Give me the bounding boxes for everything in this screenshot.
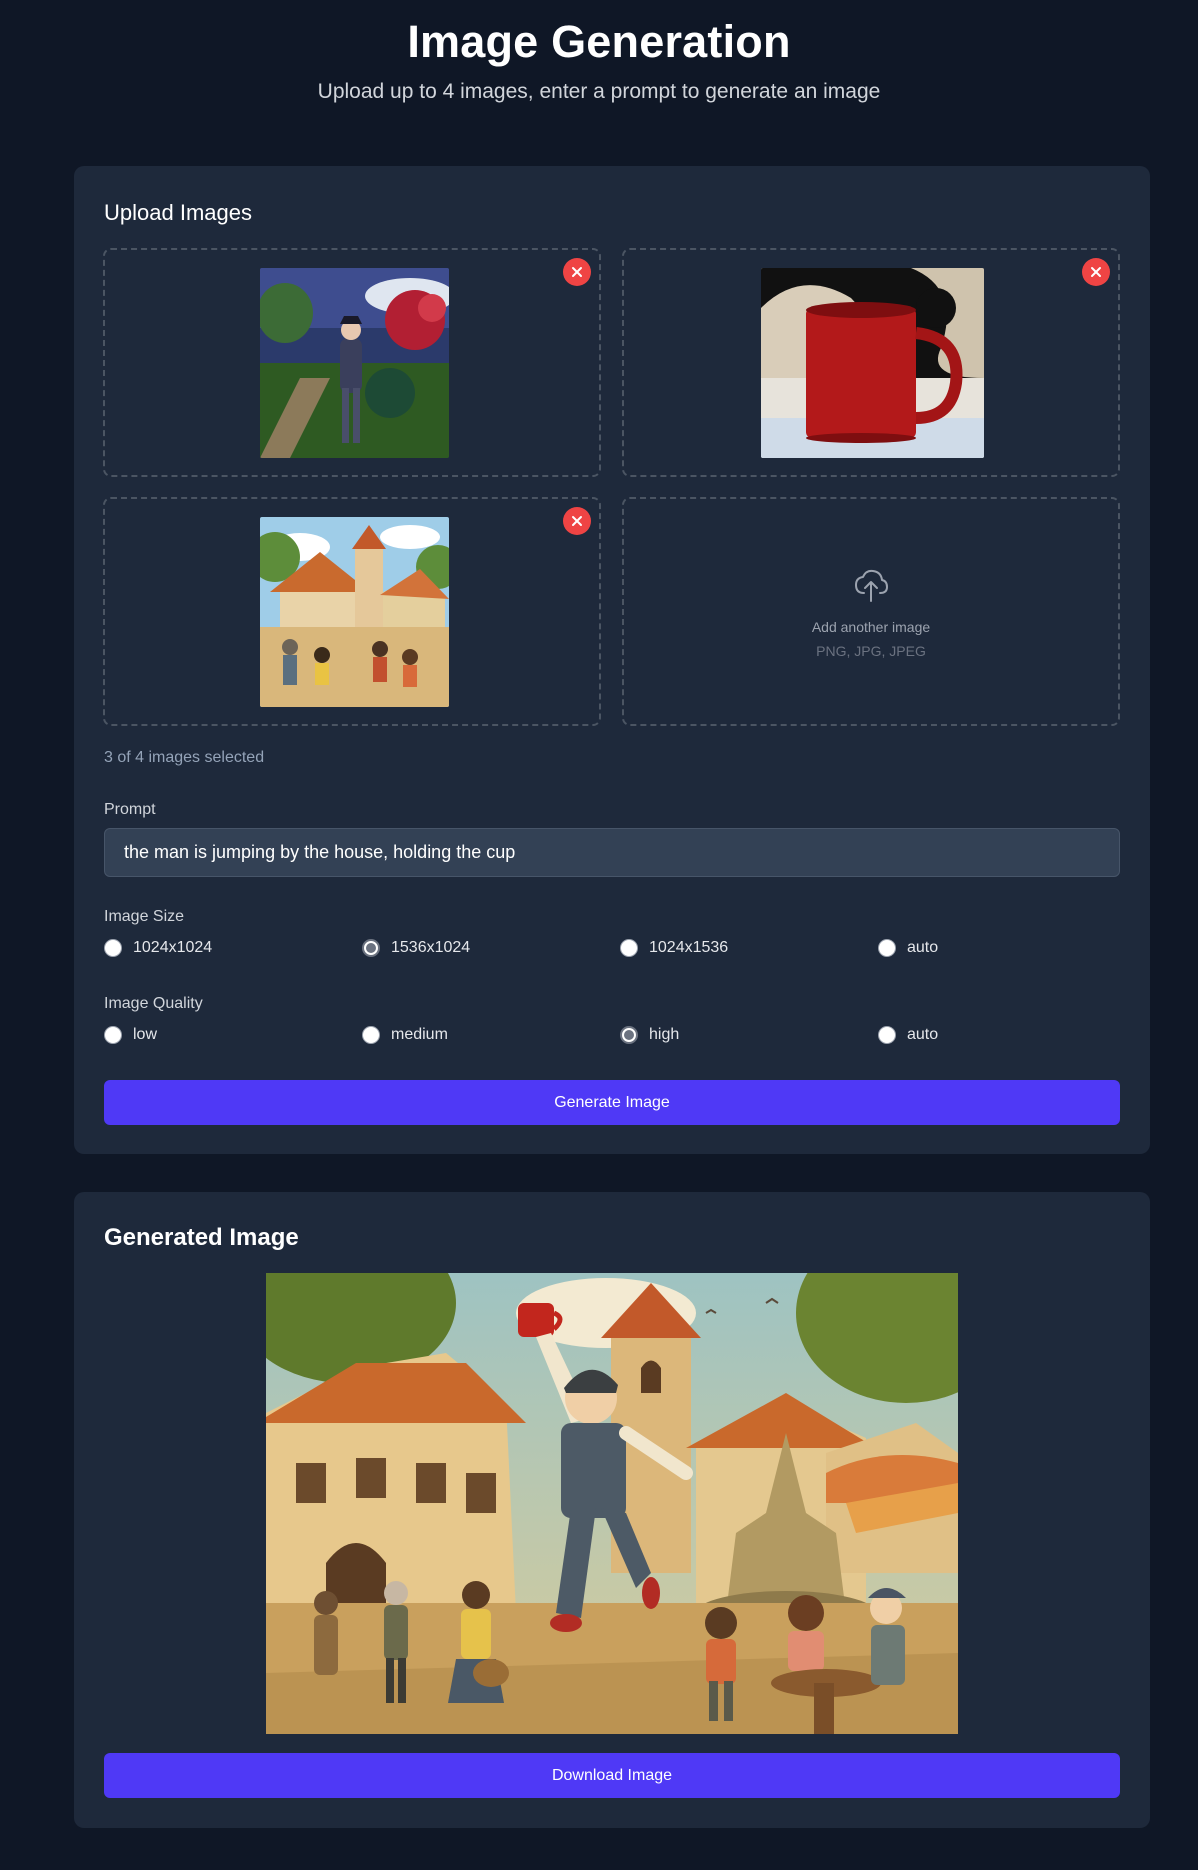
uploaded-image-thumbnail — [260, 268, 449, 458]
uploaded-image-thumbnail — [761, 268, 984, 458]
upload-card: Upload Images Add another image PNG, JPG… — [74, 166, 1150, 1154]
close-icon — [572, 267, 582, 277]
result-card: Generated Image Download Image — [74, 1192, 1150, 1828]
radio-button[interactable] — [104, 1026, 122, 1044]
radio-button[interactable] — [362, 1026, 380, 1044]
radio-button[interactable] — [878, 939, 896, 957]
result-title: Generated Image — [104, 1224, 299, 1251]
radio-button[interactable] — [620, 939, 638, 957]
generate-image-button[interactable]: Generate Image — [104, 1080, 1120, 1125]
radio-button[interactable] — [362, 939, 380, 957]
image-slot-2[interactable] — [622, 248, 1120, 477]
remove-image-button[interactable] — [563, 507, 591, 535]
quality-option-auto[interactable]: auto — [878, 1026, 938, 1044]
remove-image-button[interactable] — [1082, 258, 1110, 286]
page-header: Image Generation Upload up to 4 images, … — [0, 0, 1198, 104]
image-slot-1[interactable] — [103, 248, 601, 477]
size-option-1024x1536[interactable]: 1024x1536 — [620, 939, 728, 957]
remove-image-button[interactable] — [563, 258, 591, 286]
download-image-button[interactable]: Download Image — [104, 1753, 1120, 1798]
cloud-upload-icon — [855, 569, 888, 602]
image-size-label: Image Size — [104, 908, 185, 925]
close-icon — [1091, 267, 1101, 277]
image-size-options: 1024x1024 1536x1024 1024x1536 auto — [104, 939, 1120, 963]
add-image-dropzone[interactable]: Add another image PNG, JPG, JPEG — [622, 497, 1120, 726]
radio-button[interactable] — [878, 1026, 896, 1044]
quality-option-medium[interactable]: medium — [362, 1026, 448, 1044]
image-count: 3 of 4 images selected — [104, 749, 265, 766]
upload-title: Upload Images — [104, 200, 252, 225]
add-image-label: Add another image — [811, 619, 931, 635]
quality-option-low[interactable]: low — [104, 1026, 157, 1044]
page-subtitle: Upload up to 4 images, enter a prompt to… — [317, 80, 881, 103]
close-icon — [572, 516, 582, 526]
prompt-input[interactable] — [104, 828, 1120, 877]
radio-button[interactable] — [104, 939, 122, 957]
uploaded-image-thumbnail — [260, 517, 449, 707]
accepted-formats: PNG, JPG, JPEG — [816, 643, 926, 659]
prompt-label: Prompt — [104, 801, 156, 818]
page-title: Image Generation — [407, 16, 791, 67]
image-quality-options: low medium high auto — [104, 1026, 1120, 1050]
radio-button[interactable] — [620, 1026, 638, 1044]
size-option-auto[interactable]: auto — [878, 939, 938, 957]
image-slot-3[interactable] — [103, 497, 601, 726]
image-quality-label: Image Quality — [104, 995, 203, 1012]
generated-image — [266, 1273, 958, 1734]
size-option-1024x1024[interactable]: 1024x1024 — [104, 939, 212, 957]
size-option-1536x1024[interactable]: 1536x1024 — [362, 939, 470, 957]
quality-option-high[interactable]: high — [620, 1026, 679, 1044]
